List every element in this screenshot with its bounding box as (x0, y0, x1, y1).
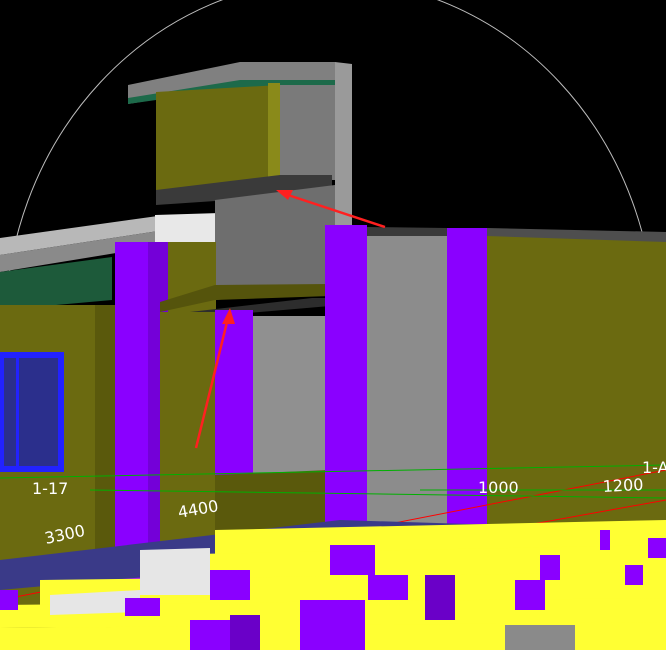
top-shaft-pilaster (268, 83, 280, 188)
pad-1 (210, 570, 250, 600)
pad-10 (125, 598, 160, 616)
pad-12 (300, 600, 365, 650)
pad-13 (230, 615, 260, 650)
axis-label-1-17: 1-17 (32, 479, 68, 498)
pad-14 (505, 625, 575, 650)
axis-label-1-a: 1-A (642, 458, 666, 477)
pad-5 (515, 580, 545, 610)
floor-slab-white-2 (140, 548, 210, 595)
3d-model-viewport[interactable]: 1-17 3300 4400 1000 1200 1-A (0, 0, 666, 650)
pad-4 (425, 575, 455, 620)
pad-7 (600, 530, 610, 550)
pad-2 (330, 545, 375, 575)
center-shaft-top (367, 227, 447, 236)
dimension-label-1000: 1000 (478, 478, 519, 497)
pad-15 (0, 590, 18, 610)
column-center-a[interactable] (325, 225, 367, 555)
dimension-label-1200: 1200 (602, 475, 644, 496)
pad-3 (368, 575, 408, 600)
top-shaft-side-column (335, 62, 352, 230)
mid-shaft-wall (215, 185, 335, 300)
pad-6 (540, 555, 560, 580)
top-shaft-interior (280, 85, 335, 180)
parapet-cap (155, 213, 220, 245)
bim-3d-scene[interactable]: 1-17 3300 4400 1000 1200 1-A (0, 0, 666, 650)
pad-8 (648, 538, 666, 558)
right-wall (487, 232, 666, 560)
window-glass (4, 358, 58, 466)
lower-shaft-opening (253, 316, 325, 476)
center-shaft-wall (367, 232, 447, 532)
window-mullion (16, 358, 19, 466)
pad-9 (625, 565, 643, 585)
